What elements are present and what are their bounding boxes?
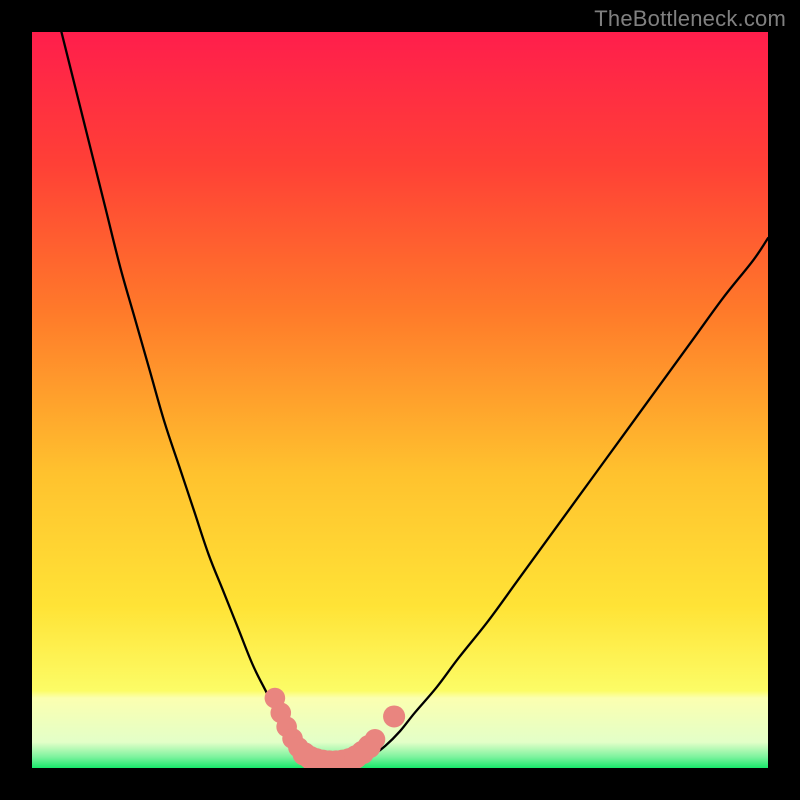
chart-frame: TheBottleneck.com xyxy=(0,0,800,800)
chart-plot xyxy=(32,32,768,768)
chart-svg xyxy=(32,32,768,768)
watermark-text: TheBottleneck.com xyxy=(594,6,786,32)
chart-background xyxy=(32,32,768,768)
marker-dot xyxy=(365,729,386,750)
marker-dot xyxy=(383,705,405,727)
